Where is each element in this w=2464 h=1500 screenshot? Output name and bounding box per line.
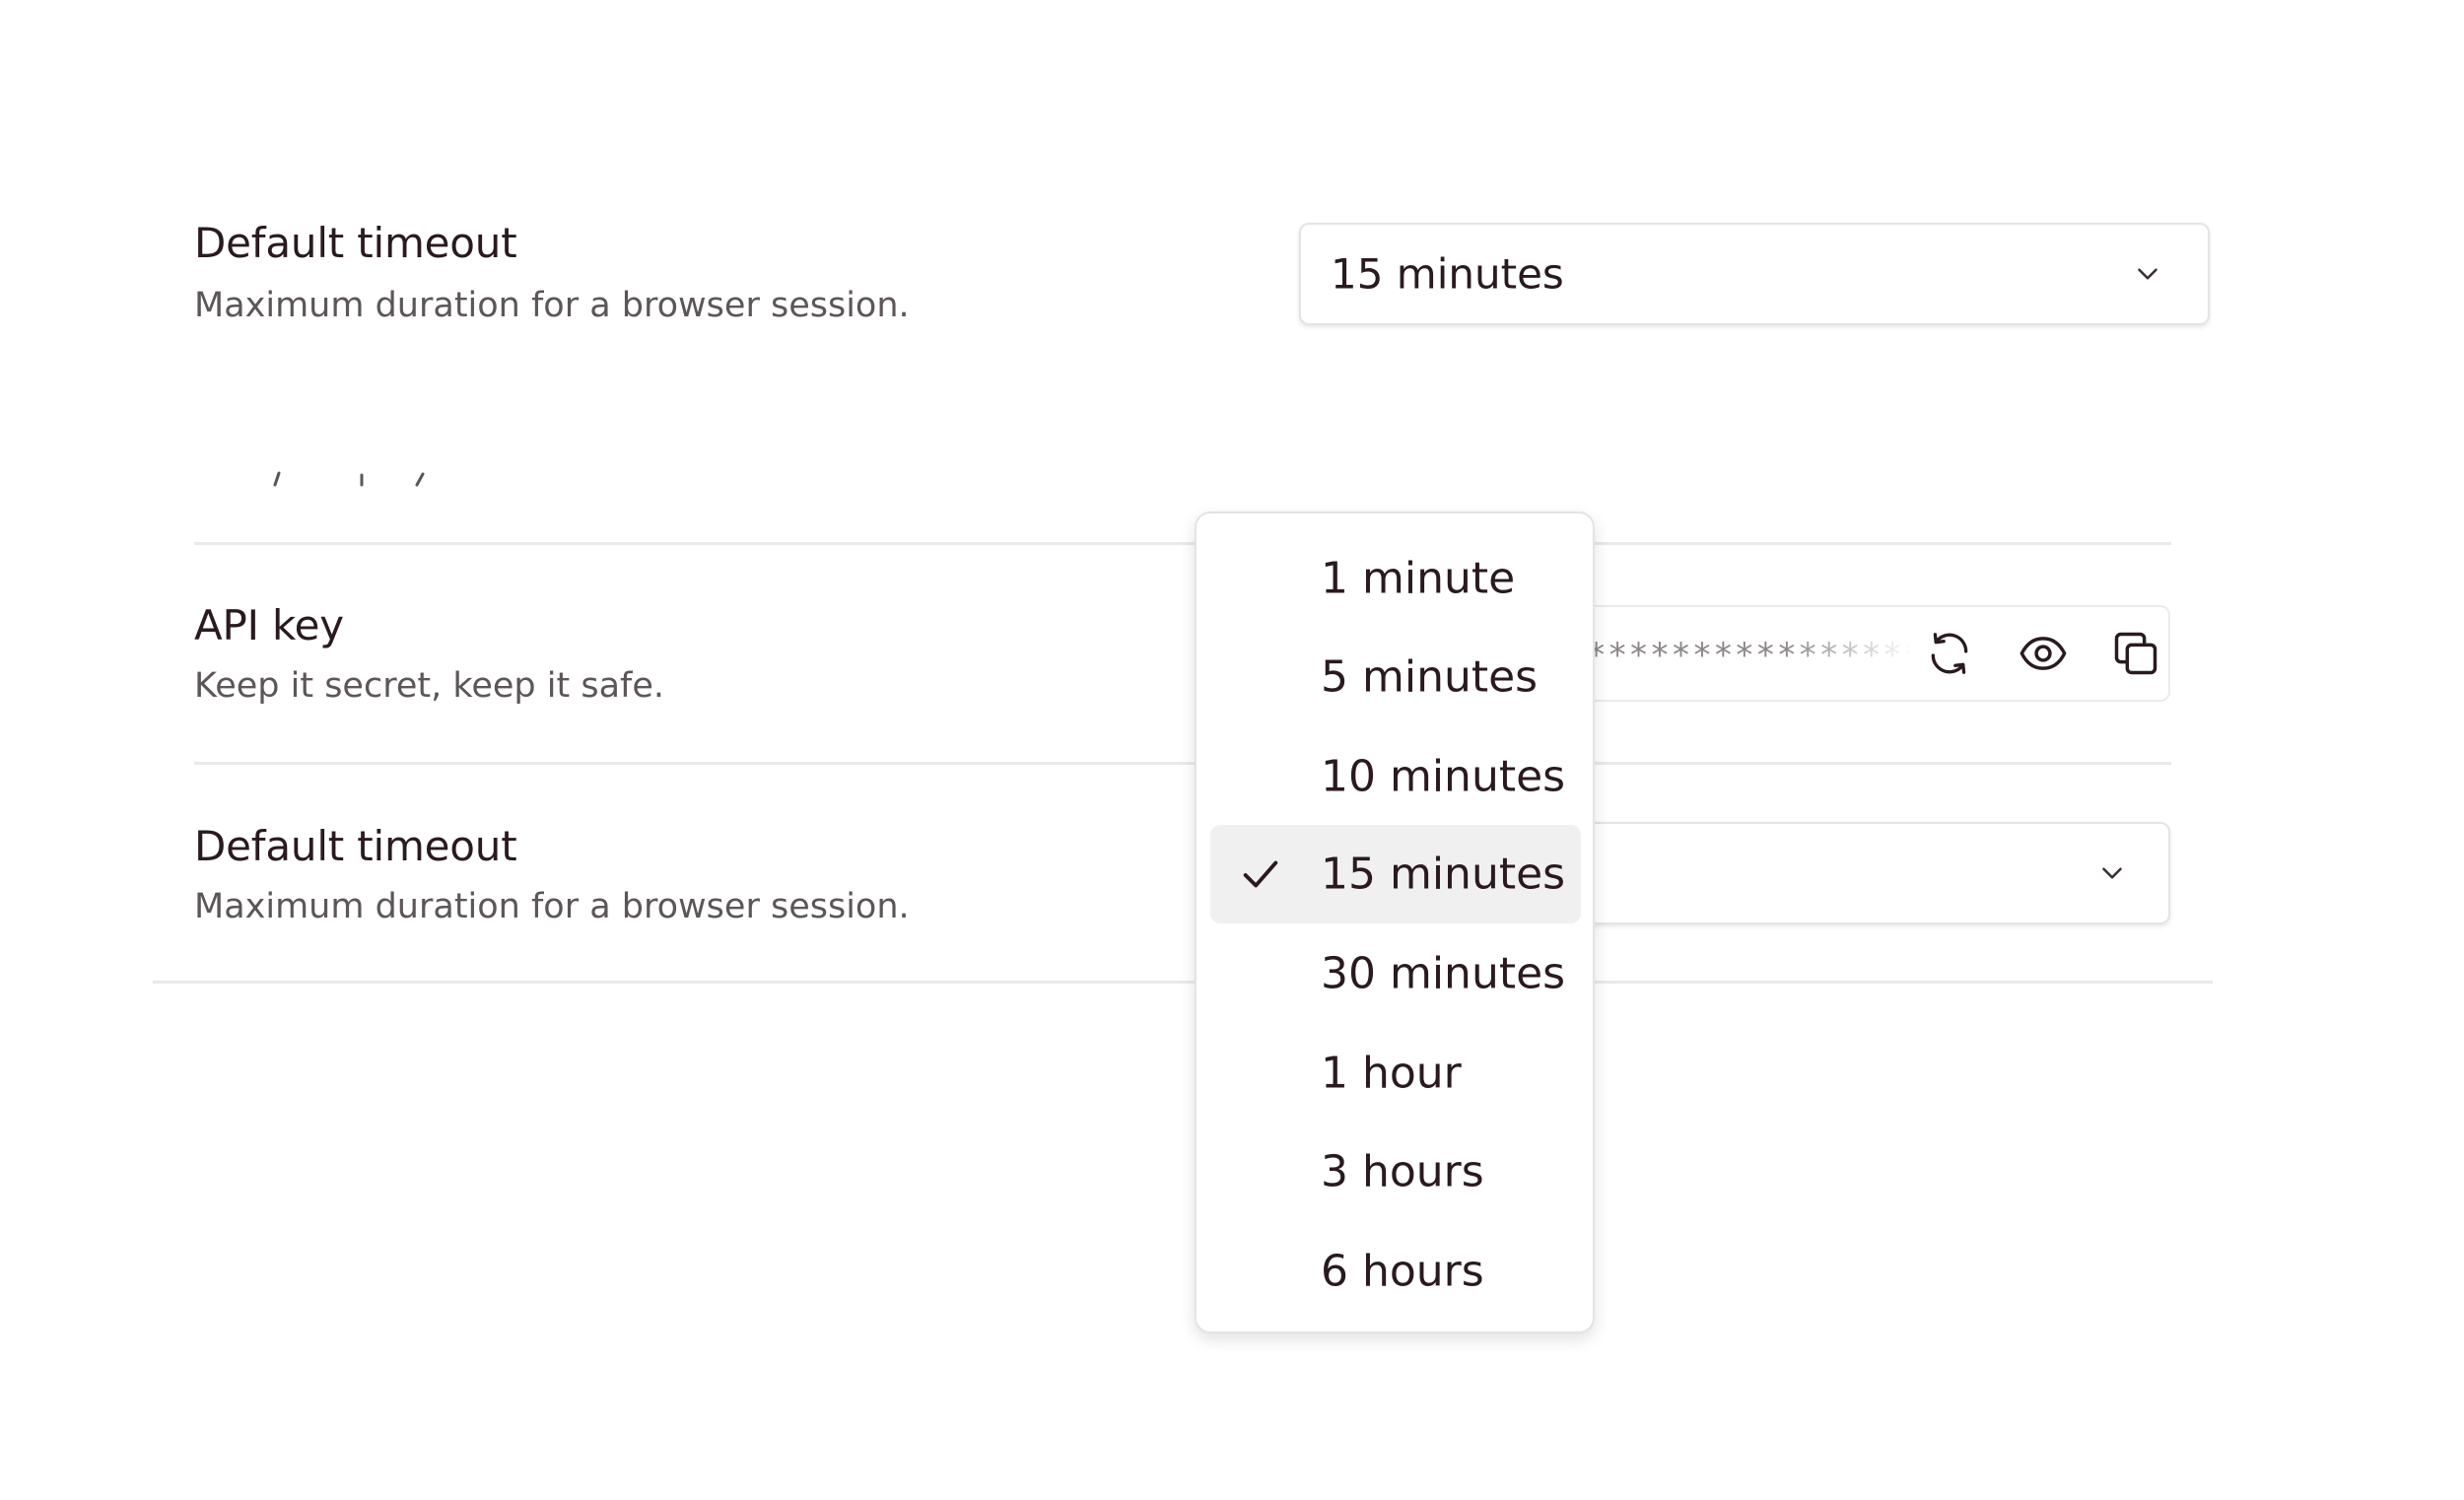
dropdown-option-1-minute[interactable]: 1 minute (1210, 529, 1581, 628)
copy-key-button[interactable] (2108, 626, 2163, 681)
eye-icon (2019, 637, 2067, 670)
option-label: 15 minutes (1321, 849, 1566, 900)
dropdown-option-1-hour[interactable]: 1 hour (1210, 1024, 1581, 1123)
option-label: 1 hour (1321, 1048, 1462, 1099)
clipped-text-remnant (194, 471, 490, 491)
check-icon (1243, 860, 1278, 888)
divider (194, 762, 2171, 765)
select-value: 15 minutes (1331, 249, 1564, 299)
section-divider (153, 981, 2213, 984)
timeout-dropdown-menu: 1 minute 5 minutes 10 minutes 15 minutes… (1195, 511, 1595, 1333)
setting-description-api-key: Keep it secret, keep it safe. (194, 666, 664, 706)
chevron-down-icon (2138, 268, 2157, 280)
dropdown-option-10-minutes[interactable]: 10 minutes (1210, 727, 1581, 826)
option-label: 3 hours (1321, 1146, 1484, 1197)
option-label: 1 minute (1321, 553, 1516, 604)
option-label: 10 minutes (1321, 751, 1566, 802)
setting-description-default-timeout-top: Maximum duration for a browser session. (194, 286, 910, 325)
divider (194, 542, 2171, 545)
dropdown-option-5-minutes[interactable]: 5 minutes (1210, 628, 1581, 726)
chevron-down-icon (2102, 867, 2122, 879)
dropdown-option-6-hours[interactable]: 6 hours (1210, 1222, 1581, 1321)
option-label: 5 minutes (1321, 651, 1539, 703)
reveal-key-button[interactable] (2016, 626, 2071, 681)
setting-title-default-timeout: Default timeout (194, 822, 517, 870)
option-label: 30 minutes (1321, 948, 1566, 999)
dropdown-option-15-minutes[interactable]: 15 minutes (1210, 825, 1581, 923)
copy-icon (2114, 632, 2157, 675)
regenerate-key-button[interactable] (1922, 626, 1977, 681)
setting-description-default-timeout: Maximum duration for a browser session. (194, 887, 910, 926)
option-label: 6 hours (1321, 1246, 1484, 1297)
setting-title-default-timeout-top: Default timeout (194, 219, 517, 267)
dropdown-option-30-minutes[interactable]: 30 minutes (1210, 924, 1581, 1023)
refresh-icon (1931, 633, 1968, 674)
dropdown-option-3-hours[interactable]: 3 hours (1210, 1123, 1581, 1221)
setting-title-api-key: API key (194, 601, 344, 649)
default-timeout-select-top[interactable]: 15 minutes (1299, 223, 2210, 325)
